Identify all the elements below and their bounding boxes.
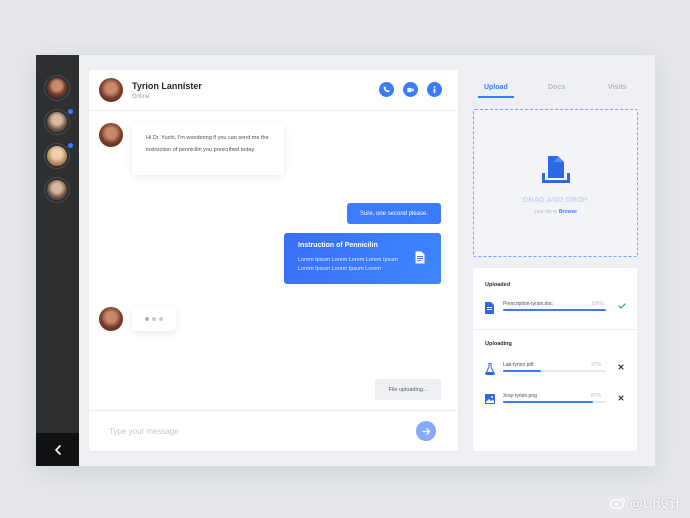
unread-dot (68, 143, 73, 148)
divider (473, 329, 637, 330)
file-title: Instruction of Pennicilin (298, 242, 378, 249)
close-icon[interactable] (618, 364, 624, 370)
document-icon (485, 302, 494, 314)
message-composer (89, 410, 458, 451)
drop-zone-title: DRAG AND DROP (522, 197, 589, 204)
send-arrow-icon (421, 427, 430, 435)
tab-visits[interactable]: Visits (608, 84, 627, 91)
upload-icon (542, 156, 570, 183)
uploaded-title: Uploaded (485, 282, 511, 288)
app-window: Tyrion Lannister Online Hi Dr. Yuchi, I'… (36, 55, 655, 466)
video-icon (407, 87, 414, 92)
files-panel: Uploaded Prescription-tyrion.doc 100% Up… (473, 268, 637, 451)
message-input[interactable] (109, 423, 399, 439)
progress-fill (503, 401, 593, 403)
tab-docs[interactable]: Docs (548, 84, 565, 91)
weibo-icon (609, 497, 625, 509)
chat-header: Tyrion Lannister Online (89, 70, 458, 111)
call-button[interactable] (379, 82, 394, 97)
contacts-rail (36, 55, 79, 466)
browse-link[interactable]: Browse (559, 209, 577, 215)
chevron-left-icon (54, 444, 61, 455)
progress-bar (503, 370, 606, 372)
drop-zone[interactable]: DRAG AND DROP your file or Browse (473, 109, 638, 257)
contact-avatar-4[interactable] (45, 178, 69, 202)
send-button[interactable] (416, 421, 436, 441)
upload-status: File uploading... (375, 379, 441, 400)
chat-panel: Tyrion Lannister Online Hi Dr. Yuchi, I'… (89, 70, 458, 451)
avatar (99, 78, 123, 102)
contact-avatar-1[interactable] (45, 76, 69, 100)
list-item: Lab-tyrion.pdf 37% (485, 362, 630, 378)
progress-fill (503, 309, 606, 311)
info-button[interactable] (427, 82, 442, 97)
typing-indicator (132, 307, 176, 331)
avatar (99, 123, 123, 147)
collapse-button[interactable] (36, 433, 79, 466)
image-icon (485, 394, 495, 404)
watermark: @UI设计 (609, 493, 682, 512)
flask-icon (485, 363, 495, 375)
unread-dot (68, 109, 73, 114)
incoming-message: Hi Dr. Yuchi, I'm wondering if you can s… (132, 123, 284, 175)
check-icon (618, 303, 626, 309)
progress-bar (503, 401, 606, 403)
uploading-title: Uploading (485, 341, 512, 347)
drop-zone-subtitle: your file or Browse (534, 209, 577, 215)
active-tab-indicator (478, 96, 514, 98)
list-item: Xray-tyrion.png 87% (485, 393, 630, 409)
contact-avatar-3[interactable] (45, 144, 69, 168)
list-item: Prescription-tyrion.doc 100% (485, 301, 630, 317)
contact-avatar-2[interactable] (45, 110, 69, 134)
progress-bar (503, 309, 606, 311)
progress-fill (503, 370, 542, 372)
video-call-button[interactable] (403, 82, 418, 97)
info-icon (433, 86, 436, 93)
phone-icon (383, 86, 390, 93)
outgoing-message: Sure, one second please. (347, 203, 441, 224)
contact-name: Tyrion Lannister (132, 81, 202, 91)
contact-status: Online (132, 94, 150, 100)
avatar (99, 307, 123, 331)
document-icon (415, 251, 425, 264)
close-icon[interactable] (618, 395, 624, 401)
tab-upload[interactable]: Upload (484, 84, 508, 91)
file-message[interactable]: Instruction of Pennicilin Lorem Ipsum Lo… (284, 233, 441, 284)
file-description: Lorem Ipsum Lorem Lorem Lorem Ipsum Lore… (298, 257, 398, 272)
